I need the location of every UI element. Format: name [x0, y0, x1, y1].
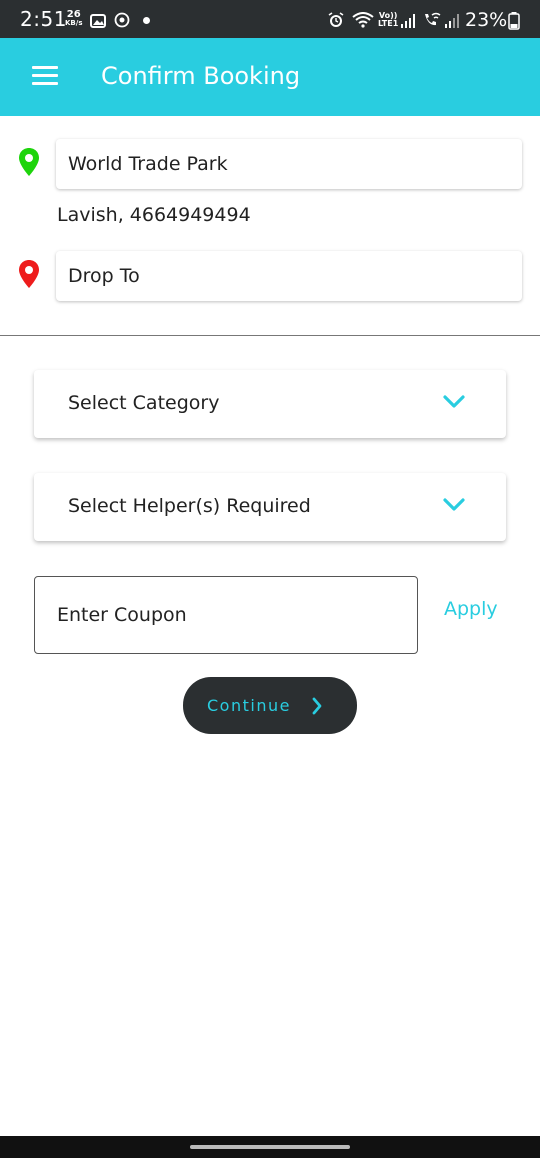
battery-icon — [508, 12, 520, 34]
sync-notification-icon — [114, 12, 130, 32]
select-helpers-dropdown[interactable]: Select Helper(s) Required — [34, 473, 506, 541]
more-notifications-dot — [143, 17, 150, 24]
wifi-icon — [352, 12, 374, 32]
battery-percent: 23% — [465, 9, 508, 31]
signal-strength-2-icon — [444, 13, 460, 32]
select-category-dropdown[interactable]: Select Category — [34, 370, 506, 438]
signal-strength-icon — [400, 13, 416, 32]
section-divider — [0, 335, 540, 336]
volte-indicator: Vo)) LTE1 — [378, 12, 398, 28]
pickup-address-field[interactable]: World Trade Park — [56, 139, 522, 189]
continue-label: Continue — [207, 696, 291, 715]
gallery-notification-icon — [90, 13, 106, 32]
chevron-right-icon — [311, 696, 323, 720]
alarm-icon — [328, 12, 344, 32]
volte-bottom: LTE1 — [378, 19, 399, 28]
page-title: Confirm Booking — [101, 62, 301, 90]
network-speed-indicator: 26 KB/s — [65, 10, 82, 28]
network-speed-unit: KB/s — [65, 19, 83, 27]
apply-coupon-button[interactable]: Apply — [444, 598, 498, 620]
status-bar: 2:51 26 KB/s Vo)) LTE1 23% — [0, 0, 540, 38]
continue-button[interactable]: Continue — [183, 677, 357, 734]
wifi-calling-icon — [422, 12, 442, 32]
chevron-down-icon — [442, 497, 466, 517]
drop-address-field[interactable]: Drop To — [56, 251, 522, 301]
pickup-contact: Lavish, 4664949494 — [57, 204, 251, 226]
status-time: 2:51 — [20, 7, 67, 31]
select-helpers-label: Select Helper(s) Required — [68, 495, 311, 517]
system-navigation-bar — [0, 1136, 540, 1158]
hamburger-menu-icon[interactable] — [32, 66, 58, 88]
chevron-down-icon — [442, 394, 466, 414]
home-indicator[interactable] — [190, 1145, 350, 1149]
coupon-input[interactable] — [34, 576, 418, 654]
app-bar: Confirm Booking — [0, 38, 540, 116]
drop-location-pin-icon — [18, 259, 40, 293]
select-category-label: Select Category — [68, 392, 220, 414]
pickup-location-pin-icon — [18, 147, 40, 181]
